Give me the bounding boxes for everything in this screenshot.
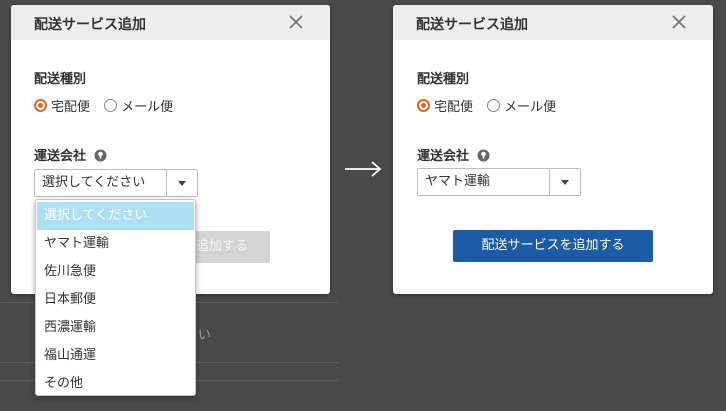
- radio-unchecked-icon[interactable]: [104, 99, 118, 112]
- carrier-label-text: 運送会社: [34, 149, 87, 164]
- radio-mail-bin[interactable]: メール便: [104, 96, 173, 115]
- dropdown-option-japan-post[interactable]: 日本郵便: [36, 286, 195, 314]
- help-icon[interactable]: [477, 149, 490, 162]
- carrier-select-value: 選択してください: [42, 175, 146, 190]
- dropdown-option-fukuyama[interactable]: 福山通運: [36, 342, 195, 370]
- radio-mail-bin[interactable]: メール便: [487, 96, 556, 115]
- shipping-type-radio-group: 宅配便 メール便: [34, 96, 183, 116]
- shipping-type-label: 配送種別: [417, 72, 470, 87]
- dialog-title: 配送サービス追加: [34, 17, 146, 33]
- radio-unchecked-icon[interactable]: [487, 99, 501, 112]
- radio-checked-icon[interactable]: [417, 99, 430, 112]
- dialog-title: 配送サービス追加: [416, 17, 528, 33]
- dialog-header: 配送サービス追加: [11, 5, 330, 40]
- carrier-label: 運送会社: [417, 145, 490, 164]
- dropdown-option-yamato[interactable]: ヤマト運輸: [36, 230, 195, 258]
- carrier-dropdown-list: 選択してください ヤマト運輸 佐川急便 日本郵便 西濃運輸 福山通運 その他: [35, 199, 196, 396]
- carrier-select[interactable]: 選択してください: [34, 169, 198, 197]
- radio-label: メール便: [121, 100, 174, 115]
- chevron-down-icon[interactable]: [549, 169, 580, 195]
- dropdown-option-other[interactable]: その他: [36, 370, 195, 398]
- radio-takuhaibin[interactable]: 宅配便: [417, 96, 473, 115]
- dropdown-option-placeholder[interactable]: 選択してください: [37, 202, 194, 230]
- carrier-select[interactable]: ヤマト運輸: [417, 168, 581, 196]
- shipping-type-radio-group: 宅配便 メール便: [417, 96, 566, 116]
- background-partial-text: い: [198, 328, 212, 343]
- close-icon[interactable]: [286, 12, 306, 32]
- add-shipping-service-button[interactable]: 配送サービスを追加する: [453, 230, 653, 262]
- help-icon[interactable]: [94, 149, 107, 162]
- chevron-down-icon[interactable]: [166, 170, 197, 196]
- close-icon[interactable]: [669, 12, 689, 32]
- dropdown-option-seino[interactable]: 西濃運輸: [36, 314, 195, 342]
- radio-takuhaibin[interactable]: 宅配便: [34, 96, 90, 115]
- radio-label: 宅配便: [434, 100, 474, 115]
- carrier-select-value: ヤマト運輸: [425, 174, 491, 189]
- carrier-label-text: 運送会社: [417, 149, 470, 164]
- shipping-type-label: 配送種別: [34, 72, 87, 87]
- arrow-right-icon: [345, 161, 382, 177]
- dropdown-option-sagawa[interactable]: 佐川急便: [36, 258, 195, 286]
- dialog-header: 配送サービス追加: [393, 5, 713, 40]
- add-shipping-dialog-after: 配送サービス追加 配送種別 宅配便 メール便 運送会社 ヤマト運輸 配送サービス…: [393, 5, 713, 294]
- radio-checked-icon[interactable]: [34, 99, 47, 112]
- radio-label: メール便: [504, 100, 557, 115]
- radio-label: 宅配便: [51, 100, 91, 115]
- carrier-label: 運送会社: [34, 145, 107, 164]
